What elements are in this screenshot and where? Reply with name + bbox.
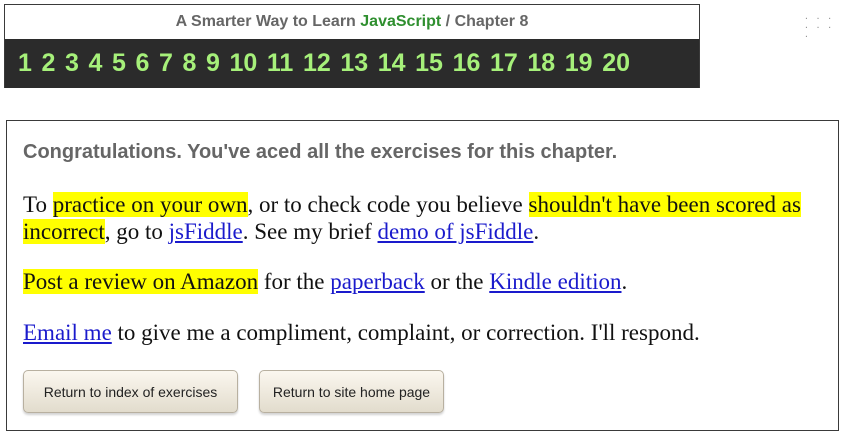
chapter-link-2[interactable]: 2 <box>42 51 56 76</box>
p1-text-2: , or to check code you believe <box>247 192 529 217</box>
chapter-link-6[interactable]: 6 <box>136 51 150 76</box>
chapter-link-20[interactable]: 20 <box>602 51 630 76</box>
title-separator: / <box>445 13 451 30</box>
email-paragraph: Email me to give me a compliment, compla… <box>23 319 823 346</box>
header-title: A Smarter Way to Learn JavaScript / Chap… <box>5 5 699 39</box>
chapter-link-10[interactable]: 10 <box>230 51 258 76</box>
p1-text-5: . <box>533 219 540 244</box>
return-to-home-button[interactable]: Return to site home page <box>259 370 444 413</box>
title-chapter: Chapter 8 <box>454 13 529 30</box>
chapter-link-1[interactable]: 1 <box>18 51 32 76</box>
review-paragraph: Post a review on Amazon for the paperbac… <box>23 268 823 295</box>
chapter-link-17[interactable]: 17 <box>490 51 518 76</box>
title-brand: JavaScript <box>360 13 442 30</box>
congratulations-heading: Congratulations. You've aced all the exe… <box>23 141 618 163</box>
return-to-index-button[interactable]: Return to index of exercises <box>23 370 238 413</box>
chapter-link-3[interactable]: 3 <box>65 51 79 76</box>
corner-dots: · · · · · · · <box>804 14 834 41</box>
chapter-header: A Smarter Way to Learn JavaScript / Chap… <box>4 4 700 88</box>
p2-text-2: or the <box>424 269 490 294</box>
completion-panel: Congratulations. You've aced all the exe… <box>6 120 839 431</box>
p1-text-1: To <box>23 192 53 217</box>
p2-text-3: . <box>621 269 628 294</box>
email-me-link[interactable]: Email me <box>23 320 112 345</box>
kindle-edition-link[interactable]: Kindle edition <box>489 269 621 294</box>
chapter-nav-bar: 1 2 3 4 5 6 7 8 9 10 11 12 13 14 15 16 17 18 19 20 <box>5 39 699 88</box>
chapter-link-4[interactable]: 4 <box>89 51 103 76</box>
chapter-link-12[interactable]: 12 <box>303 51 331 76</box>
p3-text-1: to give me a compliment, complaint, or c… <box>111 320 700 345</box>
p1-highlight-1: practice on your own <box>52 192 248 217</box>
p2-text-1: for the <box>258 269 331 294</box>
chapter-link-5[interactable]: 5 <box>112 51 126 76</box>
chapter-link-8[interactable]: 8 <box>183 51 197 76</box>
chapter-link-9[interactable]: 9 <box>206 51 220 76</box>
chapter-link-14[interactable]: 14 <box>378 51 406 76</box>
chapter-link-11[interactable]: 11 <box>267 51 293 76</box>
p1-text-4: . See my brief <box>242 219 378 244</box>
chapter-link-15[interactable]: 15 <box>415 51 443 76</box>
p2-highlight: Post a review on Amazon <box>23 269 259 294</box>
chapter-link-16[interactable]: 16 <box>453 51 481 76</box>
jsfiddle-link[interactable]: jsFiddle <box>169 219 243 244</box>
demo-jsfiddle-link[interactable]: demo of jsFiddle <box>378 219 534 244</box>
chapter-link-19[interactable]: 19 <box>565 51 593 76</box>
practice-paragraph: To practice on your own, or to check cod… <box>23 191 823 245</box>
chapter-link-18[interactable]: 18 <box>527 51 555 76</box>
chapter-link-13[interactable]: 13 <box>340 51 368 76</box>
chapter-link-7[interactable]: 7 <box>159 51 173 76</box>
p1-text-3: , go to <box>104 219 169 244</box>
paperback-link[interactable]: paperback <box>330 269 425 294</box>
title-prefix: A Smarter Way to Learn <box>175 13 356 30</box>
